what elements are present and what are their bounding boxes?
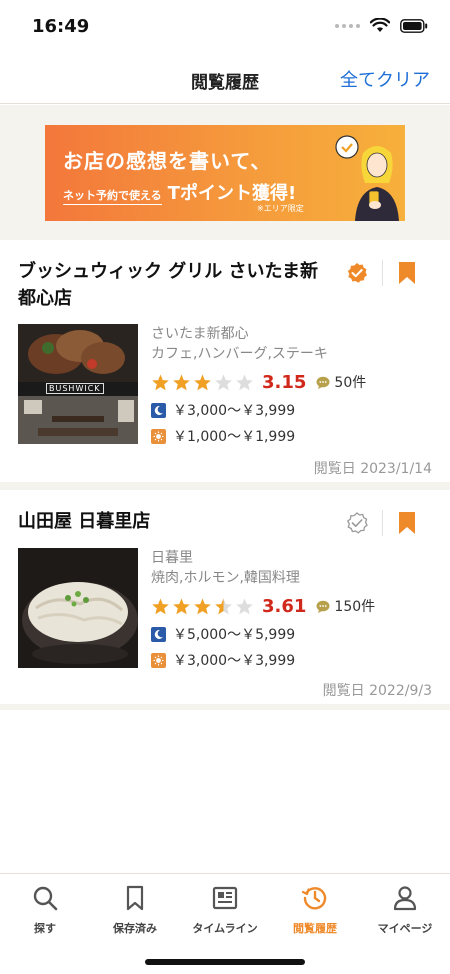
star-full-icon bbox=[194, 598, 211, 614]
sun-icon bbox=[151, 428, 166, 444]
dinner-price: ￥3,000～￥3,999 bbox=[173, 403, 296, 419]
person-icon bbox=[393, 886, 417, 911]
tab-label: マイページ bbox=[377, 922, 433, 935]
star-full-icon bbox=[152, 598, 169, 614]
lunch-price-row: ￥1,000～￥1,999 bbox=[151, 426, 366, 446]
star-empty-icon bbox=[215, 374, 232, 390]
star-full-icon bbox=[152, 374, 169, 390]
banner-area: お店の感想を書いて、 ネット予約で使える Tポイント獲得! ※エリア限定 bbox=[0, 105, 450, 240]
card-separator bbox=[0, 482, 450, 490]
tab-saved[interactable]: 保存済み bbox=[90, 884, 180, 936]
home-indicator bbox=[145, 959, 305, 965]
nav-bar: 閲覧履歴 全てクリア bbox=[0, 54, 450, 104]
shop-area: 日暮里 bbox=[151, 550, 193, 566]
tab-label: 閲覧履歴 bbox=[293, 922, 337, 935]
shop-genre: カフェ,ハンバーグ,ステーキ bbox=[151, 346, 328, 362]
woman-illustration-icon bbox=[335, 135, 399, 221]
cellular-signal-icon bbox=[335, 23, 360, 28]
review-count[interactable]: 150件 bbox=[316, 596, 375, 616]
viewed-date: 閲覧日 2022/9/3 bbox=[322, 683, 432, 699]
search-icon bbox=[33, 886, 58, 911]
battery-icon bbox=[400, 18, 428, 33]
shop-name[interactable]: 山田屋 日暮里店 bbox=[18, 508, 328, 535]
thumb-sign-text: BUSHWICK bbox=[46, 383, 104, 394]
tab-timeline[interactable]: タイムライン bbox=[180, 884, 270, 936]
lunch-price-row: ￥3,000～￥3,999 bbox=[151, 650, 375, 670]
rating-row: 3.15 50件 bbox=[151, 370, 366, 394]
card-divider bbox=[382, 510, 383, 536]
lunch-price: ￥1,000～￥1,999 bbox=[173, 429, 296, 445]
bookmark-icon bbox=[126, 885, 144, 911]
speech-bubble-icon bbox=[316, 376, 330, 389]
card-separator bbox=[0, 704, 450, 710]
clear-all-button[interactable]: 全てクリア bbox=[340, 66, 430, 92]
history-icon bbox=[301, 887, 327, 910]
banner-big-text: Tポイント獲得! bbox=[167, 183, 297, 204]
sun-icon bbox=[151, 652, 166, 668]
star-half-icon bbox=[215, 598, 232, 614]
tab-label: 探す bbox=[34, 922, 56, 935]
star-full-icon bbox=[194, 374, 211, 390]
status-time: 16:49 bbox=[32, 16, 90, 37]
status-bar: 16:49 bbox=[0, 0, 450, 54]
star-full-icon bbox=[173, 598, 190, 614]
bookmark-icon[interactable] bbox=[398, 511, 416, 535]
status-icons bbox=[335, 18, 428, 33]
banner-note: ※エリア限定 bbox=[257, 204, 304, 213]
review-count-text: 150件 bbox=[334, 599, 376, 615]
banner-headline: お店の感想を書いて、 bbox=[63, 149, 272, 173]
moon-icon bbox=[151, 402, 166, 418]
star-empty-icon bbox=[236, 598, 253, 614]
speech-bubble-icon bbox=[316, 600, 330, 613]
moon-icon bbox=[151, 626, 166, 642]
tab-search[interactable]: 探す bbox=[0, 884, 90, 936]
shop-name[interactable]: ブッシュウィック グリル さいたま新都心店 bbox=[18, 258, 328, 312]
star-full-icon bbox=[173, 374, 190, 390]
shop-photo[interactable]: BUSHWICK bbox=[18, 324, 138, 444]
dinner-price-row: ￥3,000～￥3,999 bbox=[151, 400, 366, 420]
shop-card[interactable]: 山田屋 日暮里店 日暮里 焼肉,ホルモン,韓国料理 3.61 150件 ￥5,0… bbox=[0, 490, 450, 704]
dinner-price: ￥5,000～￥5,999 bbox=[173, 627, 296, 643]
rating-score: 3.61 bbox=[262, 595, 307, 617]
rating-stars bbox=[151, 597, 254, 616]
shop-info: さいたま新都心 カフェ,ハンバーグ,ステーキ 3.15 50件 ￥3,000～￥… bbox=[151, 324, 366, 446]
shop-area: さいたま新都心 bbox=[151, 326, 249, 342]
rating-row: 3.61 150件 bbox=[151, 594, 375, 618]
wifi-icon bbox=[370, 18, 390, 32]
history-list: お店の感想を書いて、 ネット予約で使える Tポイント獲得! ※エリア限定 ブッシ… bbox=[0, 105, 450, 873]
rating-stars bbox=[151, 373, 254, 392]
star-empty-icon bbox=[236, 374, 253, 390]
review-count[interactable]: 50件 bbox=[316, 372, 366, 392]
shop-info: 日暮里 焼肉,ホルモン,韓国料理 3.61 150件 ￥5,000～￥5,999… bbox=[151, 548, 375, 670]
bookmark-icon[interactable] bbox=[398, 261, 416, 285]
lunch-price: ￥3,000～￥3,999 bbox=[173, 653, 296, 669]
tab-label: 保存済み bbox=[113, 922, 157, 935]
card-divider bbox=[382, 260, 383, 286]
promo-banner[interactable]: お店の感想を書いて、 ネット予約で使える Tポイント獲得! ※エリア限定 bbox=[45, 125, 405, 221]
timeline-icon bbox=[212, 886, 238, 910]
tab-label: タイムライン bbox=[192, 922, 258, 935]
visited-check-icon[interactable] bbox=[346, 262, 368, 284]
review-count-text: 50件 bbox=[334, 375, 367, 391]
viewed-date: 閲覧日 2023/1/14 bbox=[313, 461, 432, 477]
visited-check-icon[interactable] bbox=[346, 512, 368, 534]
dinner-price-row: ￥5,000～￥5,999 bbox=[151, 624, 375, 644]
shop-photo[interactable] bbox=[18, 548, 138, 668]
shop-genre: 焼肉,ホルモン,韓国料理 bbox=[151, 570, 300, 586]
shop-card[interactable]: ブッシュウィック グリル さいたま新都心店 BUSHWICK さいたま新都心 カ… bbox=[0, 240, 450, 482]
rating-score: 3.15 bbox=[262, 371, 307, 393]
tab-mypage[interactable]: マイページ bbox=[360, 884, 450, 936]
banner-small-text: ネット予約で使える bbox=[63, 187, 162, 205]
tab-history[interactable]: 閲覧履歴 bbox=[270, 884, 360, 936]
banner-subline: ネット予約で使える Tポイント獲得! bbox=[63, 179, 296, 205]
